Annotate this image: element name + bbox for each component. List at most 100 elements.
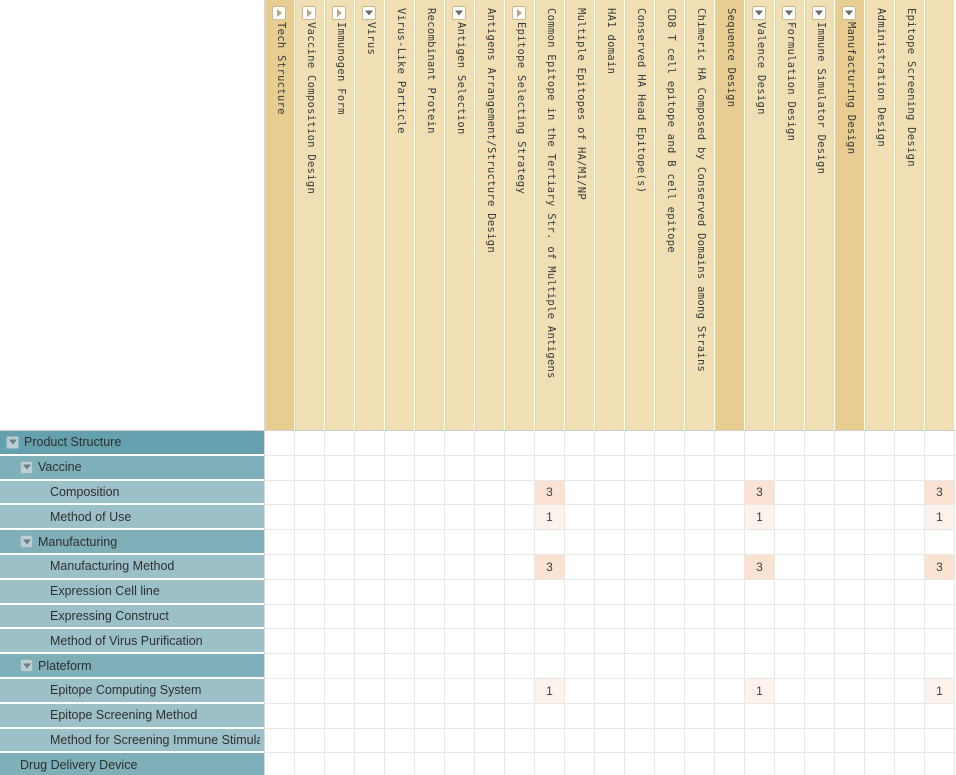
row-header-epitope-screening-method[interactable]: Epitope Screening Method <box>0 703 264 729</box>
matrix-cell-empty[interactable] <box>325 505 355 531</box>
triangle-down-icon[interactable] <box>812 6 826 20</box>
matrix-cell-empty[interactable] <box>295 753 325 775</box>
row-header-method-of-virus-purification[interactable]: Method of Virus Purification <box>0 629 264 655</box>
matrix-cell-empty[interactable] <box>565 579 595 605</box>
matrix-cell-empty[interactable] <box>505 629 535 655</box>
matrix-cell-empty[interactable] <box>895 678 925 704</box>
matrix-cell-empty[interactable] <box>625 629 655 655</box>
matrix-cell-empty[interactable] <box>865 703 895 729</box>
row-header-manufacturing-method[interactable]: Manufacturing Method <box>0 554 264 580</box>
matrix-cell-empty[interactable] <box>295 579 325 605</box>
matrix-cell-empty[interactable] <box>835 579 865 605</box>
matrix-cell-empty[interactable] <box>745 431 775 456</box>
matrix-cell-empty[interactable] <box>415 554 445 580</box>
matrix-cell-empty[interactable] <box>595 431 625 456</box>
matrix-cell-empty[interactable] <box>385 480 415 506</box>
matrix-cell-value[interactable]: 3 <box>535 480 565 506</box>
matrix-cell-empty[interactable] <box>715 753 745 775</box>
matrix-cell-empty[interactable] <box>865 480 895 506</box>
matrix-cell-empty[interactable] <box>805 554 835 580</box>
column-header-chimeric-ha-composed-by-conserved-domains-among-strains[interactable]: Chimeric HA Composed by Conserved Domain… <box>685 0 715 430</box>
matrix-cell-empty[interactable] <box>265 728 295 754</box>
matrix-cell-value[interactable]: 3 <box>925 480 955 506</box>
column-header-recombinant-protein[interactable]: Recombinant Protein <box>415 0 445 430</box>
column-header-manufacturing-design[interactable]: Manufacturing Design <box>835 0 865 430</box>
matrix-cell-empty[interactable] <box>595 629 625 655</box>
matrix-cell-empty[interactable] <box>265 554 295 580</box>
matrix-cell-empty[interactable] <box>715 629 745 655</box>
matrix-cell-empty[interactable] <box>685 505 715 531</box>
matrix-cell-empty[interactable] <box>505 753 535 775</box>
triangle-right-icon[interactable] <box>332 6 346 20</box>
matrix-cell-empty[interactable] <box>475 654 505 679</box>
matrix-cell-empty[interactable] <box>445 579 475 605</box>
matrix-cell-empty[interactable] <box>445 505 475 531</box>
matrix-cell-empty[interactable] <box>295 629 325 655</box>
matrix-cell-empty[interactable] <box>865 530 895 555</box>
matrix-cell-empty[interactable] <box>775 678 805 704</box>
column-header-ha1-domain[interactable]: HA1 domain <box>595 0 625 430</box>
matrix-cell-empty[interactable] <box>835 678 865 704</box>
matrix-cell-empty[interactable] <box>475 530 505 555</box>
matrix-cell-empty[interactable] <box>415 604 445 630</box>
matrix-cell-empty[interactable] <box>265 505 295 531</box>
matrix-cell-value[interactable]: 3 <box>745 554 775 580</box>
matrix-cell-empty[interactable] <box>355 678 385 704</box>
matrix-cell-empty[interactable] <box>475 678 505 704</box>
matrix-cell-empty[interactable] <box>925 753 955 775</box>
matrix-cell-empty[interactable] <box>265 678 295 704</box>
matrix-cell-empty[interactable] <box>865 554 895 580</box>
column-header-antigen-selection[interactable]: Antigen Selection <box>445 0 475 430</box>
matrix-cell-empty[interactable] <box>745 455 775 481</box>
matrix-cell-empty[interactable] <box>595 530 625 555</box>
matrix-cell-empty[interactable] <box>475 629 505 655</box>
matrix-cell-empty[interactable] <box>445 604 475 630</box>
matrix-cell-empty[interactable] <box>295 678 325 704</box>
matrix-cell-empty[interactable] <box>445 753 475 775</box>
matrix-cell-empty[interactable] <box>805 753 835 775</box>
matrix-cell-empty[interactable] <box>805 678 835 704</box>
matrix-cell-empty[interactable] <box>835 554 865 580</box>
triangle-down-icon[interactable] <box>842 6 856 20</box>
matrix-cell-empty[interactable] <box>925 431 955 456</box>
matrix-cell-empty[interactable] <box>775 455 805 481</box>
matrix-cell-empty[interactable] <box>655 728 685 754</box>
matrix-cell-empty[interactable] <box>865 728 895 754</box>
matrix-cell-empty[interactable] <box>715 480 745 506</box>
matrix-cell-empty[interactable] <box>835 480 865 506</box>
matrix-cell-empty[interactable] <box>415 678 445 704</box>
matrix-cell-value[interactable]: 3 <box>745 480 775 506</box>
matrix-cell-empty[interactable] <box>865 629 895 655</box>
matrix-cell-empty[interactable] <box>295 431 325 456</box>
matrix-cell-empty[interactable] <box>685 530 715 555</box>
matrix-cell-empty[interactable] <box>775 654 805 679</box>
matrix-cell-empty[interactable] <box>805 455 835 481</box>
column-header-multiple-epitopes-of-ha-m1-np[interactable]: Multiple Epitopes of HA/M1/NP <box>565 0 595 430</box>
matrix-cell-empty[interactable] <box>865 579 895 605</box>
matrix-cell-empty[interactable] <box>445 629 475 655</box>
matrix-cell-empty[interactable] <box>415 629 445 655</box>
matrix-cell-empty[interactable] <box>385 728 415 754</box>
matrix-cell-empty[interactable] <box>265 753 295 775</box>
matrix-cell-empty[interactable] <box>535 579 565 605</box>
matrix-cell-empty[interactable] <box>925 654 955 679</box>
matrix-cell-empty[interactable] <box>265 703 295 729</box>
matrix-cell-empty[interactable] <box>595 505 625 531</box>
matrix-cell-empty[interactable] <box>925 604 955 630</box>
row-header-method-of-use[interactable]: Method of Use <box>0 505 264 531</box>
matrix-cell-empty[interactable] <box>655 579 685 605</box>
triangle-down-icon[interactable] <box>20 659 33 673</box>
matrix-cell-empty[interactable] <box>865 455 895 481</box>
matrix-cell-empty[interactable] <box>685 579 715 605</box>
matrix-cell-empty[interactable] <box>325 554 355 580</box>
matrix-cell-empty[interactable] <box>805 629 835 655</box>
matrix-cell-empty[interactable] <box>445 455 475 481</box>
matrix-cell-empty[interactable] <box>535 530 565 555</box>
matrix-cell-empty[interactable] <box>595 480 625 506</box>
triangle-down-icon[interactable] <box>752 6 766 20</box>
matrix-cell-empty[interactable] <box>655 431 685 456</box>
matrix-cell-empty[interactable] <box>295 530 325 555</box>
row-header-drug-delivery-device[interactable]: Drug Delivery Device <box>0 753 264 775</box>
matrix-cell-empty[interactable] <box>535 703 565 729</box>
matrix-cell-empty[interactable] <box>355 480 385 506</box>
